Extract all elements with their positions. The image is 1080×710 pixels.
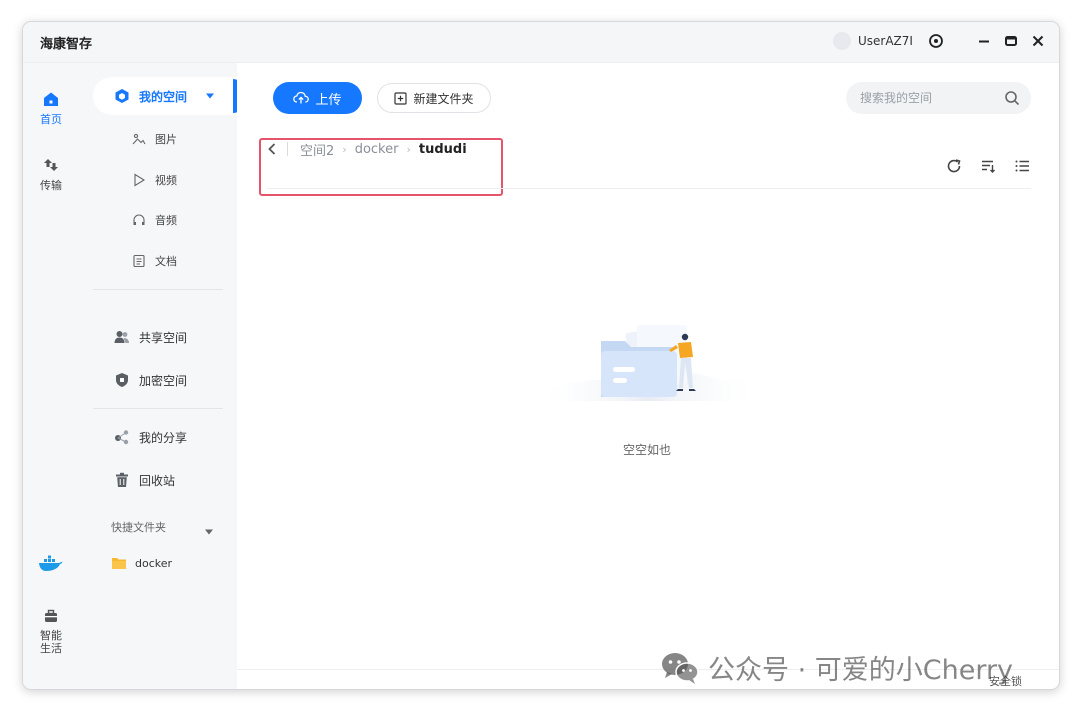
recycle-bin-label: 回收站: [139, 473, 176, 488]
headphones-icon: [131, 212, 147, 228]
quick-folder-label: 快捷文件夹: [111, 521, 166, 534]
close-icon[interactable]: [1027, 30, 1049, 52]
upload-button[interactable]: 上传: [273, 82, 362, 114]
my-share-label: 我的分享: [139, 430, 188, 445]
documents-label: 文档: [155, 255, 177, 268]
sidebar: 我的空间 图片 视频 音频 文档 共享空间 加密空间 我的分享 回收站 快捷文件…: [79, 63, 237, 689]
shield-icon: [113, 371, 131, 389]
rail-label-transfer: 传输: [40, 179, 62, 192]
sidebar-divider: [93, 408, 223, 409]
videos-label: 视频: [155, 174, 177, 187]
watermark: 公众号 · 可爱的小Cherry: [660, 648, 1013, 687]
shared-space-label: 共享空间: [139, 330, 188, 345]
rail-item-home[interactable]: 首页: [23, 91, 79, 126]
refresh-icon[interactable]: [943, 155, 965, 177]
document-icon: [131, 253, 147, 269]
search-icon[interactable]: [1004, 90, 1020, 106]
list-view-icon[interactable]: [1011, 155, 1033, 177]
watermark-text: 公众号 · 可爱的小Cherry: [708, 655, 1014, 686]
empty-state-text: 空空如也: [622, 443, 671, 457]
target-icon[interactable]: [925, 30, 947, 52]
play-icon: [131, 172, 147, 188]
sidebar-item-my-share[interactable]: 我的分享: [93, 418, 237, 456]
image-icon: [131, 131, 147, 147]
audio-label: 音频: [155, 214, 177, 227]
left-rail: 首页 传输 智能 生活: [23, 63, 79, 689]
sidebar-item-shared-space[interactable]: 共享空间: [93, 318, 237, 356]
encrypted-space-label: 加密空间: [139, 373, 188, 388]
sidebar-sub-documents[interactable]: 文档: [131, 251, 177, 271]
breadcrumb-divider: [267, 188, 1031, 189]
title-bar: 海康智存 UserAZ7I: [23, 22, 1059, 63]
share-icon: [113, 428, 131, 446]
my-space-label: 我的空间: [139, 89, 188, 104]
search-input[interactable]: [858, 90, 992, 106]
cloud-upload-icon: [293, 91, 310, 104]
user-name[interactable]: UserAZ7I: [858, 34, 913, 48]
wechat-icon: [662, 652, 699, 684]
rail-label-home: 首页: [40, 113, 62, 126]
maximize-icon[interactable]: [1000, 30, 1022, 52]
app-title: 海康智存: [40, 37, 93, 52]
docker-whale-icon: [39, 555, 63, 571]
rail-label-smart-life: 智能 生活: [40, 629, 62, 655]
rail-item-transfer[interactable]: 传输: [23, 157, 79, 192]
sidebar-item-recycle-bin[interactable]: 回收站: [93, 461, 237, 499]
minimize-icon[interactable]: [973, 30, 995, 52]
transfer-icon: [44, 159, 58, 171]
rail-item-docker[interactable]: [23, 555, 79, 576]
pictures-label: 图片: [155, 133, 177, 146]
rail-item-smart-life[interactable]: 智能 生活: [23, 609, 79, 655]
users-icon: [113, 328, 131, 346]
sidebar-sub-videos[interactable]: 视频: [131, 170, 177, 190]
sidebar-sub-pictures[interactable]: 图片: [131, 129, 177, 149]
sidebar-divider: [93, 289, 223, 290]
sidebar-item-my-space[interactable]: 我的空间: [93, 77, 237, 115]
toolbox-icon: [45, 609, 57, 622]
main-content: 上传 新建文件夹 空间2 › docker › tududi: [237, 63, 1059, 689]
quick-folder-caret-icon[interactable]: [204, 521, 214, 540]
app-window: 海康智存 UserAZ7I 首页 传输 智能 生活 我的空间 图片 视频 音频 …: [22, 21, 1060, 690]
search-box[interactable]: [846, 82, 1031, 114]
sidebar-item-encrypted-space[interactable]: 加密空间: [93, 361, 237, 399]
folder-icon: [112, 558, 126, 569]
add-folder-icon: [394, 91, 408, 105]
sidebar-sub-audio[interactable]: 音频: [131, 210, 177, 230]
new-folder-button[interactable]: 新建文件夹: [377, 83, 491, 113]
user-avatar[interactable]: [833, 32, 851, 50]
trash-icon: [113, 471, 131, 489]
home-icon: [44, 92, 58, 106]
new-folder-label: 新建文件夹: [413, 91, 474, 106]
caret-down-icon[interactable]: [205, 89, 215, 103]
upload-button-label: 上传: [315, 91, 342, 107]
sort-icon[interactable]: [977, 155, 999, 177]
empty-folder-illustration: [533, 325, 763, 401]
quick-folder-docker-label: docker: [135, 556, 173, 570]
quick-folder-docker[interactable]: docker: [111, 556, 172, 570]
cube-icon: [113, 87, 131, 105]
